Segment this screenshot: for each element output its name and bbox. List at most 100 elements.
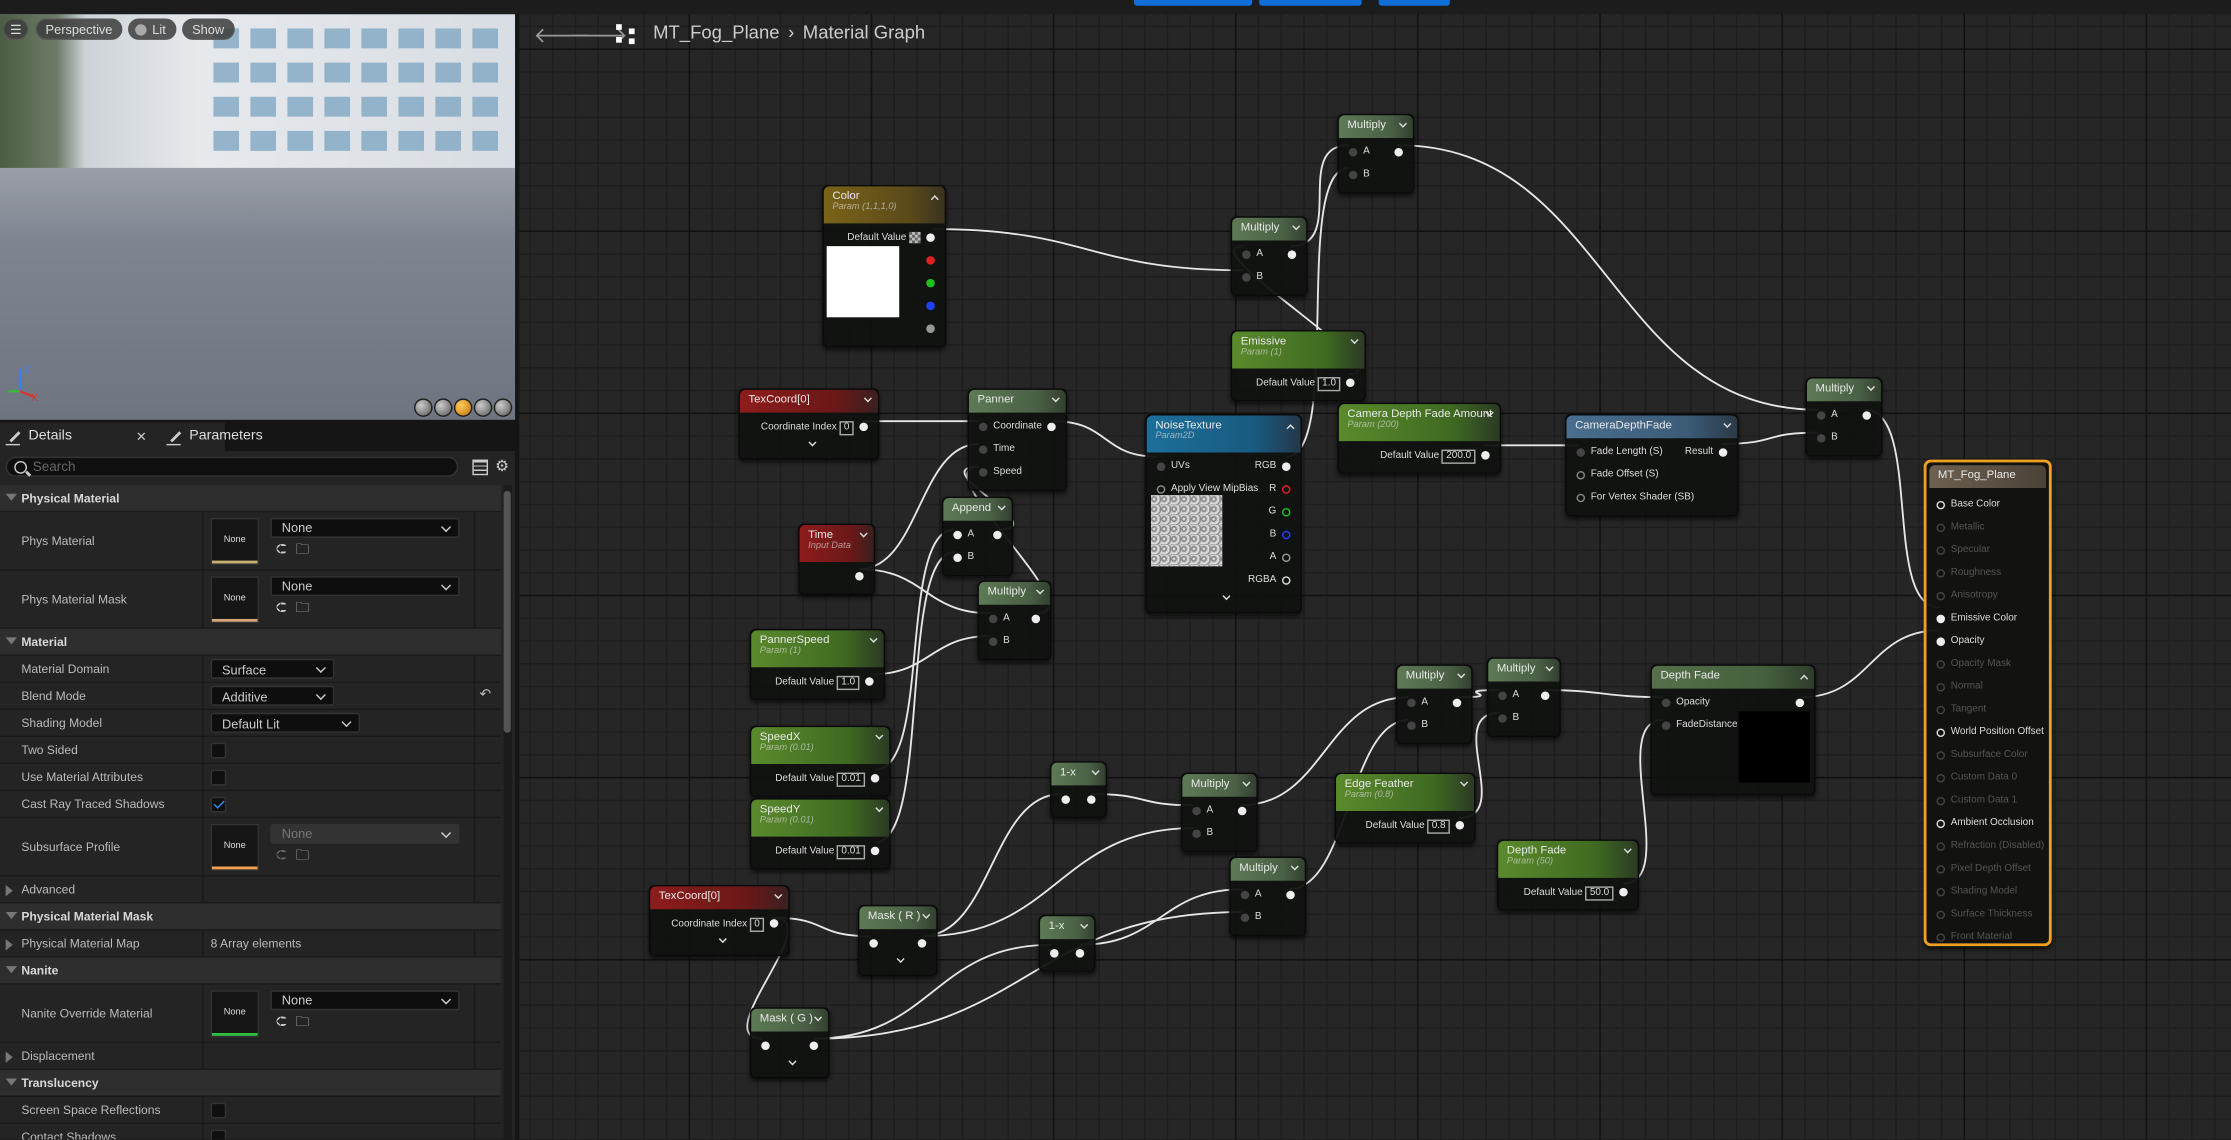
node-header[interactable]: Multiply [978,581,1051,605]
node-header[interactable]: 1-x [1051,762,1106,786]
value-field[interactable]: 0 [839,421,854,436]
output-pin[interactable] [855,571,864,581]
input-pin[interactable] [1498,691,1507,701]
node-header[interactable]: Multiply [1806,378,1881,402]
node-speedx[interactable]: SpeedX Param (0.01) Default Value 0.01 [749,725,891,797]
output-pin[interactable] [1540,691,1550,701]
reset-to-default-icon[interactable]: ↶ [479,687,491,703]
node-texcoord1[interactable]: TexCoord[0] Coordinate Index 0 [738,388,880,460]
input-pin[interactable] [1936,637,1946,646]
node-emissive[interactable]: Emissive Param (1) Default Value 1.0 [1230,330,1366,402]
node-header[interactable]: Panner [968,389,1066,413]
node-append[interactable]: Append A B [941,496,1014,577]
node-header[interactable]: Multiply [1397,665,1472,689]
input-pin[interactable] [1816,433,1826,443]
result-input-tangent[interactable]: Tangent [1927,699,2049,722]
input-pin[interactable] [1936,546,1946,555]
node-header[interactable]: Emissive Param (1) [1232,331,1365,369]
output-pin[interactable] [1281,485,1291,494]
input-pin[interactable] [953,530,962,540]
node-mul6[interactable]: Multiply A B [1486,657,1561,738]
node-header[interactable]: SpeedX Param (0.01) [751,727,890,765]
result-input-surface-thickness[interactable]: Surface Thickness [1927,903,2049,926]
collapsed-arrow-icon[interactable] [5,939,13,951]
input-pin[interactable] [1936,865,1946,874]
input-pin[interactable] [1576,448,1586,457]
result-input-base-color[interactable]: Base Color [1927,494,2049,517]
output-pin[interactable] [926,256,935,265]
output-pin[interactable] [769,919,779,928]
expand-footer[interactable] [740,438,878,452]
output-pin[interactable] [926,301,935,311]
value-field[interactable]: 0.01 [837,772,866,787]
expand-footer[interactable] [859,954,936,969]
mesh-icon[interactable] [493,398,513,417]
node-speedy[interactable]: SpeedY Param (0.01) Default Value 0.01 [749,798,891,870]
chevron-down-icon[interactable] [788,1057,797,1066]
node-time[interactable]: Time Input Data [798,523,876,595]
input-pin[interactable] [1407,698,1416,708]
output-pin[interactable] [865,677,874,686]
node-noise[interactable]: NoiseTexture Param2D UVs RGB Apply View MipB… [1145,414,1302,614]
input-pin[interactable] [1242,273,1251,282]
node-header[interactable]: Multiply [1488,658,1560,682]
node-header[interactable]: Time Input Data [799,525,874,563]
expand-arrow-icon[interactable] [5,1078,18,1086]
result-input-custom-data-1[interactable]: Custom Data 1 [1927,790,2049,813]
result-input-opacity[interactable]: Opacity [1927,630,2049,653]
output-pin[interactable] [1075,949,1085,958]
output-pin[interactable] [1281,576,1291,585]
input-pin[interactable] [1936,569,1946,578]
output-pin[interactable] [1287,250,1297,259]
node-header[interactable]: Mask ( G ) [751,1008,829,1032]
node-header[interactable]: TexCoord[0] [650,886,789,910]
node-header[interactable]: PannerSpeed Param (1) [751,630,884,668]
input-pin[interactable] [1936,796,1946,806]
input-pin[interactable] [1936,682,1946,692]
result-input-ambient-occlusion[interactable]: Ambient Occlusion [1927,812,2049,835]
node-header[interactable]: Mask ( R ) [859,906,937,930]
node-maskr[interactable]: Mask ( R ) [857,904,938,977]
input-pin[interactable] [1936,819,1946,829]
node-texcoord2[interactable]: TexCoord[0] Coordinate Index 0 [648,885,790,957]
asset-thumbnail[interactable]: None [210,576,259,624]
toolbar-button[interactable] [1259,0,1362,6]
use-selected-icon[interactable]: ⮈ [276,1015,287,1030]
expand-arrow-icon[interactable] [5,912,18,920]
plane-icon[interactable] [453,398,473,417]
result-input-metallic[interactable]: Metallic [1927,516,2049,539]
node-header[interactable]: Color Param (1,1,1,0) [823,186,945,224]
value-field[interactable]: 0.01 [837,845,866,860]
input-pin[interactable] [1240,913,1250,922]
node-mul3[interactable]: Multiply A B [1805,377,1883,457]
input-pin[interactable] [1576,470,1586,480]
checkbox[interactable] [210,796,227,813]
property-matrix-icon[interactable] [472,459,489,476]
checkbox[interactable] [210,742,227,759]
lit-button[interactable]: Lit [128,18,176,40]
input-pin[interactable] [1936,705,1946,715]
output-pin[interactable] [1862,411,1872,420]
node-header[interactable]: Append [943,497,1012,521]
dropdown-blend-mode[interactable]: Additive [210,685,335,706]
result-input-roughness[interactable]: Roughness [1927,562,2049,585]
collapsed-arrow-icon[interactable] [5,885,13,897]
node-header[interactable]: Multiply [1338,115,1413,139]
output-pin[interactable] [1795,698,1805,708]
input-pin[interactable] [1192,806,1201,816]
input-pin[interactable] [1936,887,1946,897]
property-row-physical-material[interactable]: Physical Material [0,485,501,513]
output-pin[interactable] [1047,422,1056,432]
output-pin[interactable] [809,1041,819,1051]
checkbox[interactable] [210,769,227,786]
node-header[interactable]: Depth Fade Param (50) [1498,840,1638,878]
node-header[interactable]: Camera Depth Fade Amount Param (200) [1338,404,1500,442]
input-pin[interactable] [1661,698,1671,708]
input-pin[interactable] [1498,714,1507,723]
browse-icon[interactable]: 🗀 [295,849,309,863]
output-pin[interactable] [1718,448,1728,457]
node-header[interactable]: Multiply [1230,857,1305,881]
node-mul8[interactable]: Multiply A B [1229,856,1307,937]
node-edgefeather[interactable]: Edge Feather Param (0.8) Default Value 0.8 [1334,772,1476,844]
node-header[interactable]: Edge Feather Param (0.8) [1336,774,1475,812]
